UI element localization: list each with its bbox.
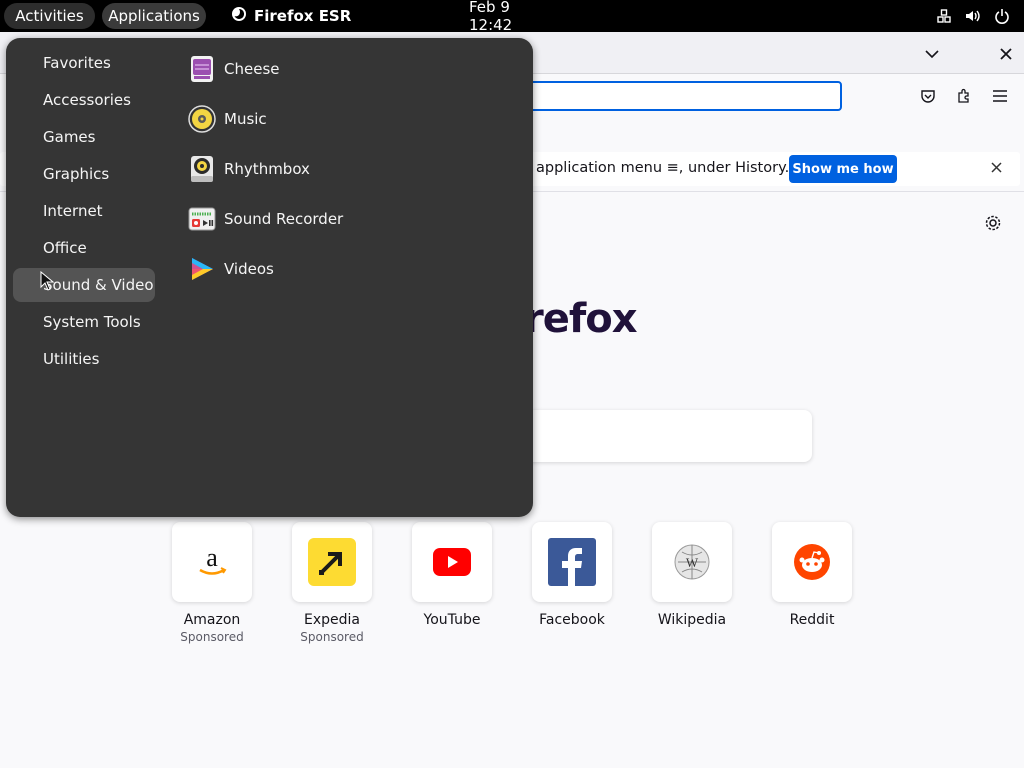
category-favorites[interactable]: Favorites	[13, 46, 155, 80]
app-label: Music	[224, 110, 267, 128]
newtab-search-box[interactable]	[520, 410, 812, 462]
amazon-logo-tile: a	[172, 522, 252, 602]
hamburger-menu-icon[interactable]	[990, 86, 1010, 106]
site-name: Amazon	[183, 612, 241, 628]
system-tray[interactable]	[936, 8, 1010, 28]
show-me-how-button[interactable]: Show me how	[789, 155, 897, 183]
amazon-icon: a	[199, 543, 227, 575]
youtube-icon	[433, 548, 471, 576]
site-name: Facebook	[539, 612, 605, 628]
power-icon	[994, 8, 1010, 28]
pocket-icon[interactable]	[918, 86, 938, 106]
youtube-logo-tile	[412, 522, 492, 602]
list-all-tabs-icon[interactable]	[922, 44, 942, 64]
app-label: Videos	[224, 260, 274, 278]
clock[interactable]: Feb 9 12:42	[460, 0, 564, 34]
mouse-pointer-icon	[40, 270, 55, 295]
category-internet[interactable]: Internet	[13, 194, 155, 228]
site-name: YouTube	[423, 612, 481, 628]
volume-icon	[964, 8, 982, 28]
category-graphics[interactable]: Graphics	[13, 157, 155, 191]
cheese-icon	[188, 55, 216, 83]
top-site-reddit[interactable]: Reddit	[772, 522, 852, 628]
reddit-logo-tile	[772, 522, 852, 602]
sponsored-label: Sponsored	[300, 630, 364, 644]
app-label: Cheese	[224, 60, 280, 78]
app-item-music[interactable]: Music	[188, 99, 267, 139]
category-accessories[interactable]: Accessories	[13, 83, 155, 117]
top-site-wikipedia[interactable]: W Wikipedia	[652, 522, 732, 628]
site-name: Wikipedia	[657, 612, 727, 628]
expedia-logo-tile	[292, 522, 372, 602]
category-games[interactable]: Games	[13, 120, 155, 154]
category-system-tools[interactable]: System Tools	[13, 305, 155, 339]
top-site-expedia[interactable]: Expedia Sponsored	[292, 522, 372, 644]
active-app-indicator[interactable]: Firefox ESR	[222, 3, 360, 29]
app-label: Sound Recorder	[224, 210, 344, 228]
category-office[interactable]: Office	[13, 231, 155, 265]
notification-close-icon[interactable]	[991, 158, 1002, 177]
firefox-icon	[231, 6, 247, 26]
rhythmbox-icon	[188, 155, 216, 183]
wikipedia-logo-tile: W	[652, 522, 732, 602]
notification-text: application menu ≡, under History.	[536, 160, 790, 176]
top-site-amazon[interactable]: a Amazon Sponsored	[172, 522, 252, 644]
svg-text:a: a	[206, 543, 218, 572]
sponsored-label: Sponsored	[180, 630, 244, 644]
sound-recorder-icon	[188, 205, 216, 233]
app-item-cheese[interactable]: Cheese	[188, 49, 279, 89]
firefox-wordmark: refox	[524, 296, 638, 342]
expedia-icon	[308, 538, 356, 586]
app-item-sound-recorder[interactable]: Sound Recorder	[188, 199, 343, 239]
site-name: Expedia	[304, 612, 360, 628]
settings-gear-icon[interactable]	[983, 213, 1003, 233]
app-item-videos[interactable]: Videos	[188, 249, 274, 289]
app-label: Rhythmbox	[224, 160, 310, 178]
wikipedia-icon: W	[674, 544, 710, 580]
top-site-youtube[interactable]: YouTube	[412, 522, 492, 628]
applications-menu: Favorites Accessories Games Graphics Int…	[6, 38, 533, 517]
top-bar: Activities Applications Firefox ESR Feb …	[0, 0, 1024, 34]
facebook-icon	[548, 538, 596, 586]
network-icon	[936, 8, 952, 28]
url-bar[interactable]	[500, 81, 842, 111]
activities-button[interactable]: Activities	[4, 3, 95, 29]
top-site-facebook[interactable]: Facebook	[532, 522, 612, 628]
app-item-rhythmbox[interactable]: Rhythmbox	[188, 149, 310, 189]
close-window-icon[interactable]	[996, 44, 1016, 64]
music-icon	[188, 105, 216, 133]
site-name: Reddit	[789, 612, 835, 628]
reddit-icon	[794, 544, 830, 580]
extensions-icon[interactable]	[954, 86, 974, 106]
category-utilities[interactable]: Utilities	[13, 342, 155, 376]
applications-menu-button[interactable]: Applications	[102, 3, 206, 29]
videos-icon	[188, 255, 216, 283]
facebook-logo-tile	[532, 522, 612, 602]
svg-text:W: W	[686, 555, 699, 570]
active-app-name: Firefox ESR	[254, 7, 352, 25]
category-sound-video[interactable]: Sound & Video	[13, 268, 155, 302]
